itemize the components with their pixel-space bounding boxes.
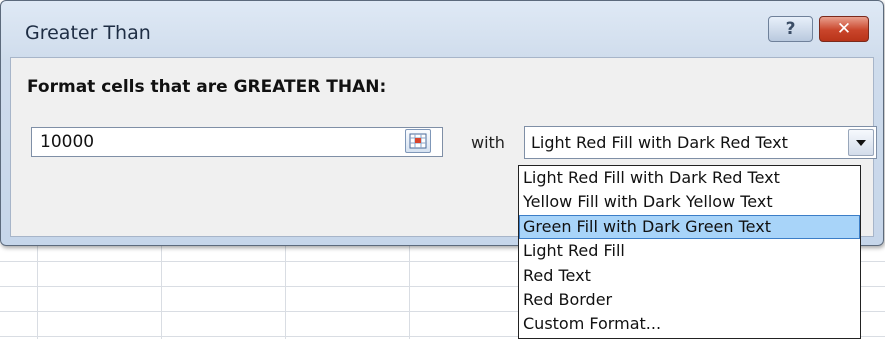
help-icon: ? [785,19,796,39]
format-options-list: Light Red Fill with Dark Red Text Yellow… [518,165,861,339]
range-select-button[interactable] [405,129,431,153]
format-option[interactable]: Light Red Fill with Dark Red Text [519,166,860,190]
condition-prompt: Format cells that are GREATER THAN: [27,77,387,97]
dialog-title: Greater Than [25,22,151,44]
value-input[interactable] [31,127,443,157]
with-label: with [471,133,505,152]
format-option[interactable]: Yellow Fill with Dark Yellow Text [519,190,860,214]
close-button[interactable]: ✕ [819,16,869,42]
format-option-highlighted[interactable]: Green Fill with Dark Green Text [519,214,860,240]
format-select-value: Light Red Fill with Dark Red Text [531,133,788,152]
range-select-icon [409,133,427,149]
close-icon: ✕ [836,19,852,39]
format-option[interactable]: Custom Format... [519,312,860,336]
help-button[interactable]: ? [768,16,813,42]
chevron-down-icon [856,139,866,146]
format-option[interactable]: Red Border [519,288,860,312]
format-select[interactable]: Light Red Fill with Dark Red Text [524,126,877,159]
format-option[interactable]: Light Red Fill [519,239,860,263]
format-option[interactable]: Red Text [519,264,860,288]
dropdown-button[interactable] [848,129,874,156]
